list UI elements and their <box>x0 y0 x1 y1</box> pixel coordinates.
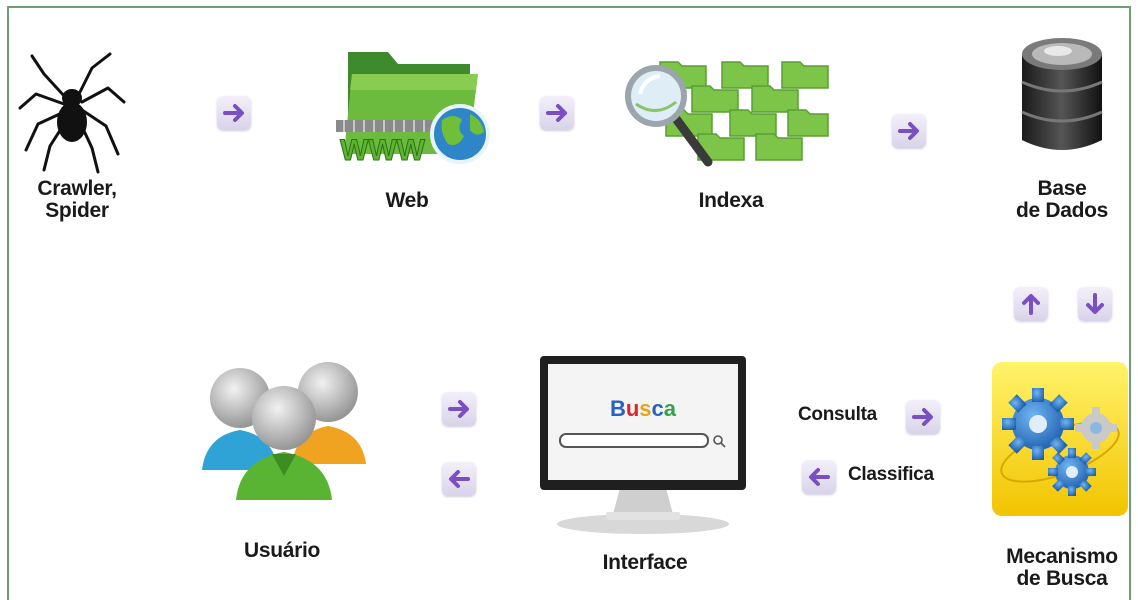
www-icon-text: WWW <box>340 134 426 167</box>
flow-arrow-right <box>217 96 251 130</box>
node-label-base-de-dados: Base de Dados <box>1015 177 1109 223</box>
monitor-icon: Busca <box>536 352 750 536</box>
edge-label-consulta: Consulta <box>798 404 877 425</box>
flow-arrow-down <box>1078 287 1112 321</box>
node-label-crawler: Crawler, Spider <box>37 177 117 223</box>
flow-arrow-left <box>802 460 836 494</box>
node-label-usuario: Usuário <box>243 539 321 562</box>
flow-arrow-left <box>442 462 476 496</box>
busca-letter: B <box>609 396 626 421</box>
busca-letter: s <box>639 396 652 421</box>
index-folders-icon <box>622 54 832 178</box>
flow-arrow-right <box>892 114 926 148</box>
spider-icon <box>14 46 130 174</box>
users-icon <box>196 352 372 502</box>
gears-engine-icon <box>990 360 1130 518</box>
edge-label-classifica: Classifica <box>848 464 934 485</box>
node-label-web: Web <box>385 189 429 212</box>
flow-arrow-right <box>906 400 940 434</box>
flow-arrow-right <box>442 392 476 426</box>
database-icon <box>1014 34 1110 162</box>
busca-letter: u <box>625 396 640 421</box>
flow-arrow-up <box>1014 287 1048 321</box>
busca-letter: a <box>663 396 677 421</box>
web-folder-icon: WWW <box>330 34 496 172</box>
node-label-mecanismo: Mecanismo de Busca <box>1006 545 1118 591</box>
node-label-indexa: Indexa <box>698 189 764 212</box>
node-label-interface: Interface <box>602 551 688 574</box>
busca-letter: c <box>651 396 664 421</box>
busca-logo: Busca <box>536 396 750 422</box>
flow-arrow-right <box>540 96 574 130</box>
